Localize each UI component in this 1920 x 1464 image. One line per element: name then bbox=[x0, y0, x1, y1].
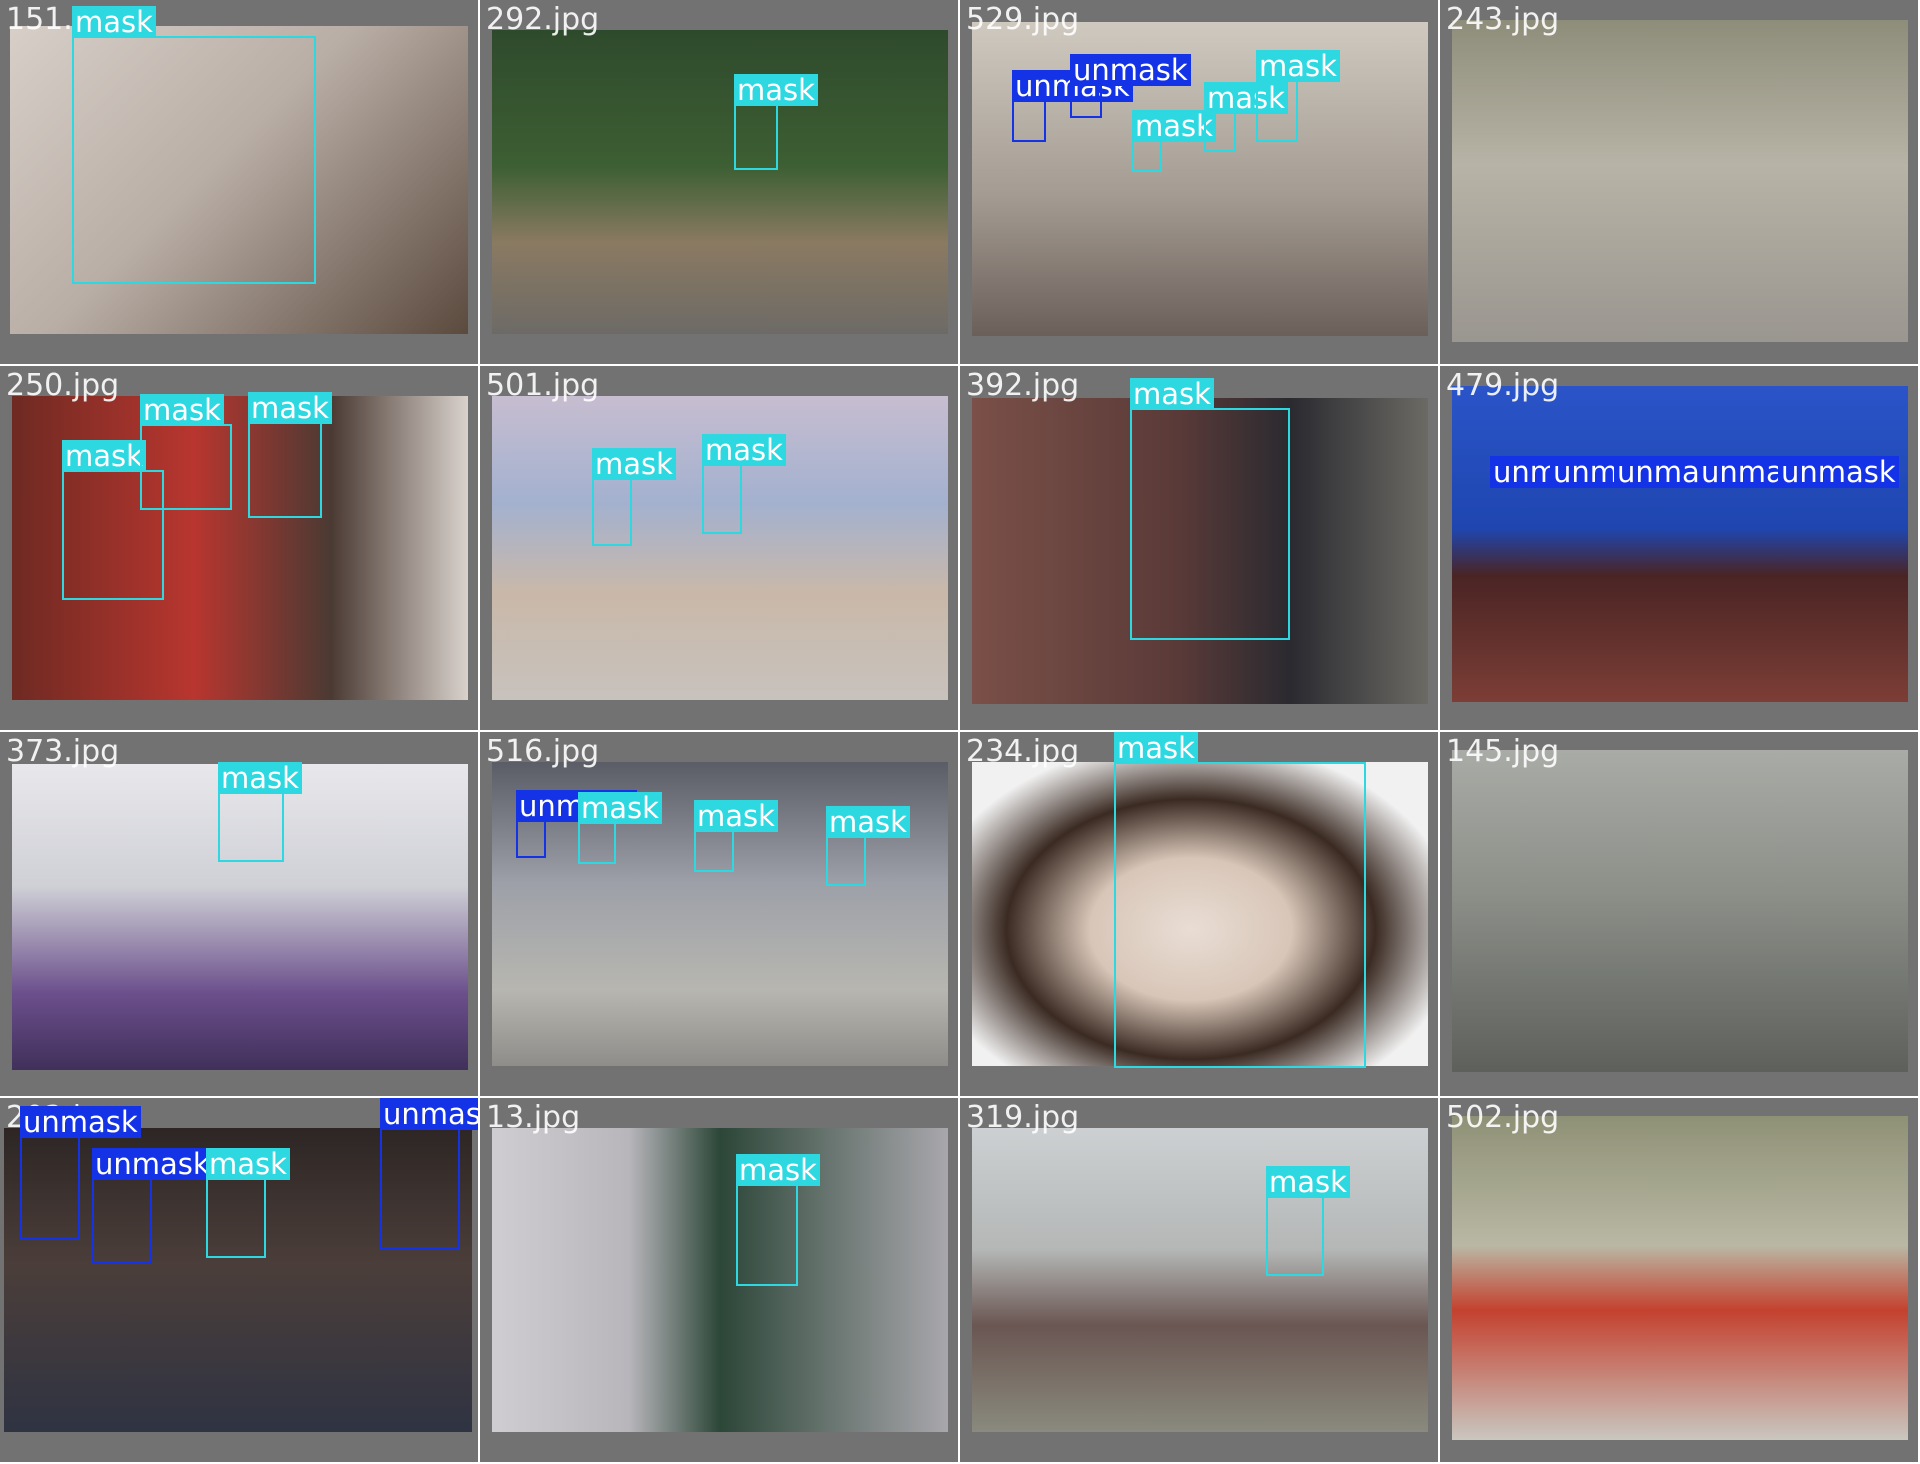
result-tile: 529.jpg unmask unmask mask mask mask bbox=[960, 0, 1438, 364]
detection-label: mask bbox=[72, 6, 156, 38]
detection-label: mask bbox=[694, 800, 778, 832]
result-tile: 502.jpg bbox=[1440, 1098, 1918, 1462]
photo bbox=[1452, 750, 1908, 1072]
photo bbox=[492, 1128, 948, 1432]
mask-detection-box: mask bbox=[72, 6, 316, 284]
result-tile: 319.jpg mask bbox=[960, 1098, 1438, 1462]
result-tile: 479.jpgunmaskunmaskunmaskunmaskunmask bbox=[1440, 366, 1918, 730]
file-name: 243.jpg bbox=[1446, 2, 1560, 37]
mask-detection-box: mask bbox=[140, 394, 232, 510]
file-name: 392.jpg bbox=[966, 368, 1080, 403]
mask-detection-box: mask bbox=[1256, 50, 1340, 142]
detection-label: mask bbox=[206, 1148, 290, 1180]
unmask-detection-box: unmask bbox=[1070, 54, 1191, 118]
mask-detection-box: mask bbox=[694, 800, 778, 872]
detection-label: mask bbox=[1114, 732, 1198, 764]
photo bbox=[1452, 1116, 1908, 1440]
file-name: 250.jpg bbox=[6, 368, 120, 403]
mask-detection-box: mask bbox=[206, 1148, 290, 1258]
result-tile: 373.jpg mask bbox=[0, 732, 478, 1096]
mask-detection-box: mask bbox=[218, 762, 302, 862]
detection-label: mask bbox=[736, 1154, 820, 1186]
file-name: 319.jpg bbox=[966, 1100, 1080, 1135]
result-tile: 250.jpg mask mask mask bbox=[0, 366, 478, 730]
result-tile: 501.jpg mask mask bbox=[480, 366, 958, 730]
mask-detection-box: mask bbox=[1266, 1166, 1350, 1276]
unmask-detection-box: unmask bbox=[1012, 70, 1133, 142]
unmask-detection-box: unmask bbox=[516, 790, 637, 858]
detection-label: mask bbox=[592, 448, 676, 480]
mask-detection-box: mask bbox=[734, 74, 818, 170]
result-tile: 516.jpg unmask mask mask mask bbox=[480, 732, 958, 1096]
file-name: 516.jpg bbox=[486, 734, 600, 769]
unmask-detection-box: unmask bbox=[1698, 456, 1819, 492]
photo bbox=[1452, 20, 1908, 342]
detection-label: mask bbox=[826, 806, 910, 838]
detection-label: unmask bbox=[1778, 456, 1899, 488]
result-tile: 13.jpg mask bbox=[480, 1098, 958, 1462]
result-tile: 292.jpg mask bbox=[480, 0, 958, 364]
detection-label: mask bbox=[62, 440, 146, 472]
detection-label: mask bbox=[1130, 378, 1214, 410]
detection-label: mask bbox=[1256, 50, 1340, 82]
result-tile: 234.jpg mask bbox=[960, 732, 1438, 1096]
file-name: 292.jpg bbox=[486, 2, 600, 37]
file-name: 501.jpg bbox=[486, 368, 600, 403]
mask-detection-box: mask bbox=[248, 392, 332, 518]
result-tile: 151.jpg mask bbox=[0, 0, 478, 364]
mask-detection-box: mask bbox=[1114, 732, 1366, 1068]
detection-label: unmask bbox=[92, 1148, 213, 1180]
mask-detection-box: mask bbox=[1132, 110, 1216, 172]
file-name: 502.jpg bbox=[1446, 1100, 1560, 1135]
mask-detection-box: mask bbox=[1204, 82, 1288, 152]
unmask-detection-box: unmask bbox=[20, 1106, 141, 1240]
detection-label: mask bbox=[702, 434, 786, 466]
mask-detection-box: mask bbox=[578, 792, 662, 864]
unmask-detection-box: unmask bbox=[1778, 456, 1899, 492]
file-name: 529.jpg bbox=[966, 2, 1080, 37]
unmask-detection-box: unmask bbox=[380, 1098, 478, 1250]
result-tile: 243.jpg bbox=[1440, 0, 1918, 364]
file-name: 145.jpg bbox=[1446, 734, 1560, 769]
photo bbox=[972, 1128, 1428, 1432]
detection-label: mask bbox=[140, 394, 224, 426]
file-name: 479.jpg bbox=[1446, 368, 1560, 403]
detection-label: mask bbox=[734, 74, 818, 106]
unmask-detection-box: unmask bbox=[92, 1148, 213, 1264]
detection-label: mask bbox=[248, 392, 332, 424]
result-tile: 145.jpg bbox=[1440, 732, 1918, 1096]
photo bbox=[492, 30, 948, 334]
result-tile: 392.jpg mask bbox=[960, 366, 1438, 730]
detection-label: unmask bbox=[380, 1098, 478, 1130]
mask-detection-box: mask bbox=[736, 1154, 820, 1286]
detection-label: mask bbox=[218, 762, 302, 794]
detection-label: unmask bbox=[20, 1106, 141, 1138]
file-name: 373.jpg bbox=[6, 734, 120, 769]
mask-detection-box: mask bbox=[702, 434, 786, 534]
file-name: 234.jpg bbox=[966, 734, 1080, 769]
result-tile: 202.jpgunmaskunmaskmaskunmask bbox=[0, 1098, 478, 1462]
detection-label: mask bbox=[1266, 1166, 1350, 1198]
detection-label: mask bbox=[578, 792, 662, 824]
file-name: 13.jpg bbox=[486, 1100, 581, 1135]
image-grid: 151.jpg mask 292.jpg mask 529.jpg unmask unmas… bbox=[0, 0, 1920, 1464]
mask-detection-box: mask bbox=[592, 448, 676, 546]
mask-detection-box: mask bbox=[1130, 378, 1290, 640]
photo bbox=[1452, 386, 1908, 702]
detection-label: unmask bbox=[1070, 54, 1191, 86]
mask-detection-box: mask bbox=[826, 806, 910, 886]
